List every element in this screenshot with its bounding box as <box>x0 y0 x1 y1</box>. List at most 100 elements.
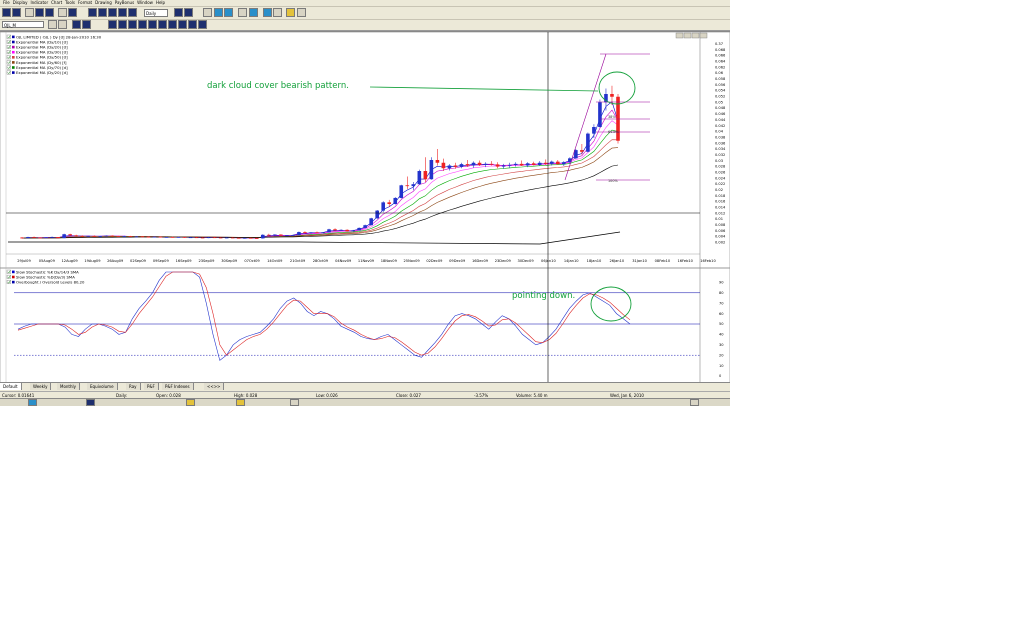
candle-body <box>146 236 151 238</box>
fib-label: 100% <box>608 179 618 183</box>
annotation-pointer-line <box>369 86 599 92</box>
trendline-icon[interactable] <box>214 8 223 17</box>
candle-body <box>387 202 392 204</box>
tab-1[interactable]: Weekly <box>30 383 52 390</box>
symbol-select[interactable]: OJL_M <box>2 21 44 28</box>
taskbar-window-icon[interactable] <box>86 399 95 406</box>
mail-icon[interactable] <box>286 8 295 17</box>
candle-chart-icon[interactable] <box>98 8 107 17</box>
explorer-icon[interactable] <box>58 8 67 17</box>
candle-body <box>339 229 343 231</box>
line-chart-icon[interactable] <box>108 8 117 17</box>
tab-7[interactable]: <<>> <box>204 383 225 390</box>
system-icon[interactable] <box>148 20 157 29</box>
price-x-tick-label: 18Jan10 <box>587 259 602 263</box>
grid-icon[interactable] <box>188 20 197 29</box>
tab-5[interactable]: P&F <box>144 383 159 390</box>
zoom-in-icon[interactable] <box>174 8 183 17</box>
osc-y-tick-label: 10 <box>719 364 724 368</box>
menu-item-chart[interactable]: Chart <box>51 0 62 6</box>
tab-4[interactable]: Ray <box>126 383 141 390</box>
menu-item-help[interactable]: Help <box>156 0 165 6</box>
indicator-icon[interactable] <box>118 20 127 29</box>
scroll-button-icon[interactable] <box>699 32 708 39</box>
horizontal-line-icon[interactable] <box>224 8 233 17</box>
menu-item-drawing[interactable]: Drawing <box>95 0 112 6</box>
arrow-icon[interactable] <box>273 8 282 17</box>
properties-icon[interactable] <box>178 20 187 29</box>
crosshair-icon[interactable] <box>203 8 212 17</box>
scroll-icon[interactable] <box>158 20 167 29</box>
candle-body <box>20 237 24 239</box>
template-icon[interactable] <box>128 20 137 29</box>
interval-select[interactable]: Daily <box>144 9 168 17</box>
scan-icon[interactable] <box>68 8 77 17</box>
price-x-tick-label: 26Jan10 <box>609 259 624 263</box>
delete-icon[interactable] <box>238 8 247 17</box>
chart-icon[interactable] <box>45 8 54 17</box>
new-chart-icon[interactable] <box>2 8 11 17</box>
price-x-tick-label: 28Oct09 <box>313 259 329 263</box>
price-y-tick-label: 0.034 <box>715 147 726 151</box>
menu-item-format[interactable]: Format <box>78 0 92 6</box>
scroll-button-icon[interactable] <box>675 32 684 39</box>
point-chart-icon[interactable] <box>128 8 137 17</box>
scroll-button-icon[interactable] <box>691 32 700 39</box>
price-y-tick-label: 0.044 <box>715 118 726 122</box>
next-symbol-icon[interactable] <box>58 20 67 29</box>
tab-0[interactable]: Default <box>0 383 22 390</box>
menu-item-window[interactable]: Window <box>137 0 153 6</box>
price-y-tick-label: 0.002 <box>715 241 725 245</box>
price-y-tick-label: 0.014 <box>715 206 726 210</box>
database-icon[interactable] <box>72 20 81 29</box>
price-x-tick-label: 11Nov09 <box>358 259 375 263</box>
help-icon[interactable] <box>297 8 306 17</box>
price-y-tick-label: 0.052 <box>715 95 725 99</box>
candle-body <box>411 184 416 187</box>
price-x-tick-label: 18Nov09 <box>381 259 398 263</box>
fibonacci-icon[interactable] <box>249 8 258 17</box>
candle-body <box>580 150 584 152</box>
price-y-tick-label: 0.016 <box>715 200 726 204</box>
candle-body <box>86 235 91 237</box>
layout-icon[interactable] <box>82 20 91 29</box>
zoom-out-icon[interactable] <box>184 8 193 17</box>
price-y-tick-label: 0.056 <box>715 83 726 87</box>
area-chart-icon[interactable] <box>118 8 127 17</box>
print-icon[interactable] <box>35 8 44 17</box>
menu-item-indicator[interactable]: Indicator <box>30 0 48 6</box>
candle-body <box>140 236 145 238</box>
candle-body <box>525 163 530 166</box>
scroll-button-icon[interactable] <box>683 32 692 39</box>
menu-item-paybonus[interactable]: PayBonus <box>115 0 134 6</box>
menu-item-display[interactable]: Display <box>13 0 28 6</box>
previous-symbol-icon[interactable] <box>48 20 57 29</box>
expert-icon[interactable] <box>138 20 147 29</box>
compare-icon[interactable] <box>108 20 117 29</box>
candle-body <box>285 235 289 237</box>
window-icon[interactable] <box>198 20 207 29</box>
tab-2[interactable]: Monthly <box>57 383 81 390</box>
oscillator-pane-border <box>0 267 730 384</box>
save-icon[interactable] <box>25 8 34 17</box>
price-y-tick-label: 0.05 <box>715 100 723 104</box>
chart-svg[interactable]: 0.37 0.068 0.066 0.0640.062 0.06 0.058 0.056 0.… <box>0 31 730 384</box>
price-y-tick-label: 0.032 <box>715 153 725 157</box>
refresh-icon[interactable] <box>168 20 177 29</box>
candle-body <box>248 237 253 239</box>
open-icon[interactable] <box>12 8 21 17</box>
candle-body <box>303 232 307 233</box>
text-icon[interactable] <box>263 8 272 17</box>
taskbar-folder-icon[interactable] <box>186 399 195 406</box>
osc-legend-label: Overbought / Oversold Levels 80,20 <box>16 280 85 285</box>
menu-item-file[interactable]: File <box>3 0 10 6</box>
chart-area[interactable]: 0.37 0.068 0.066 0.064 0.062 0.06 0.058 0.056 0.… <box>0 31 730 384</box>
taskbar-notes-icon[interactable] <box>236 399 245 406</box>
taskbar-app-icon[interactable] <box>28 399 37 406</box>
tab-3[interactable]: Equivolume <box>87 383 118 390</box>
tab-6[interactable]: P&F Indexes <box>162 383 194 390</box>
price-y-tick-label: 0.036 <box>715 141 726 145</box>
bar-chart-icon[interactable] <box>88 8 97 17</box>
taskbar-task-icon[interactable] <box>290 399 299 406</box>
menu-item-tools[interactable]: Tools <box>65 0 75 6</box>
